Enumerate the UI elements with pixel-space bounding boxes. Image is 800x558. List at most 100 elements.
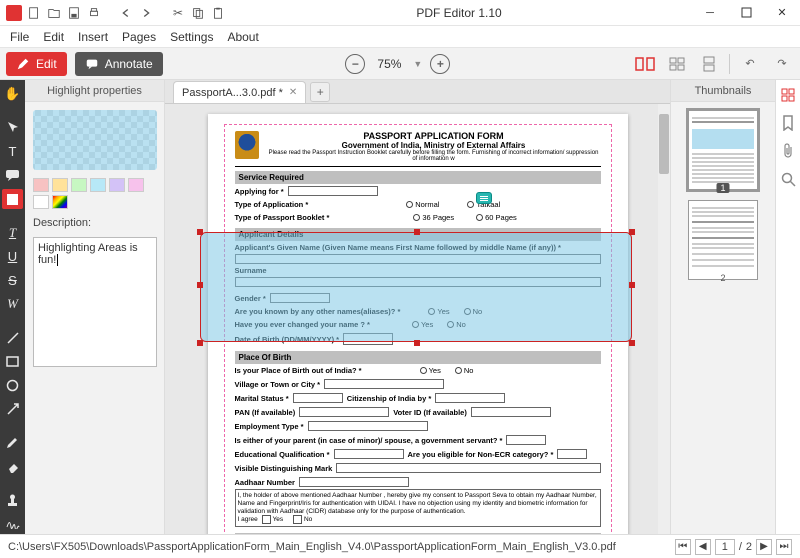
menu-file[interactable]: File xyxy=(10,30,29,44)
zoom-dropdown-icon[interactable]: ▼ xyxy=(413,59,422,69)
custom-color-button[interactable] xyxy=(52,195,68,209)
radio[interactable] xyxy=(476,214,483,221)
new-icon[interactable] xyxy=(26,5,42,21)
thumbnails-icon[interactable] xyxy=(779,86,797,104)
note-tool-icon[interactable] xyxy=(2,165,23,185)
menu-pages[interactable]: Pages xyxy=(122,30,156,44)
view-grid-icon[interactable] xyxy=(665,52,689,76)
radio[interactable] xyxy=(455,367,462,374)
arrow-shape-tool-icon[interactable] xyxy=(2,399,23,419)
resize-handle[interactable] xyxy=(414,340,420,346)
form-field[interactable] xyxy=(308,421,428,431)
resize-handle[interactable] xyxy=(629,340,635,346)
radio[interactable] xyxy=(413,214,420,221)
form-field[interactable] xyxy=(336,463,600,473)
text-tool-icon[interactable]: T xyxy=(2,141,23,161)
resize-handle[interactable] xyxy=(629,282,635,288)
swatch[interactable] xyxy=(109,178,125,192)
view-continuous-icon[interactable] xyxy=(697,52,721,76)
radio[interactable] xyxy=(420,367,427,374)
form-field[interactable] xyxy=(471,407,551,417)
bookmark-icon[interactable] xyxy=(779,114,797,132)
annotate-mode-button[interactable]: Annotate xyxy=(75,52,163,76)
checkbox[interactable] xyxy=(293,515,302,524)
resize-handle[interactable] xyxy=(197,282,203,288)
open-icon[interactable] xyxy=(46,5,62,21)
checkbox[interactable] xyxy=(262,515,271,524)
resize-handle[interactable] xyxy=(629,229,635,235)
save-icon[interactable] xyxy=(66,5,82,21)
minimize-button[interactable]: ─ xyxy=(692,0,728,26)
document-viewport[interactable]: PASSPORT APPLICATION FORM Government of … xyxy=(165,104,670,534)
strike-tool-icon[interactable]: S xyxy=(2,270,23,290)
current-page-input[interactable]: 1 xyxy=(715,539,735,555)
maximize-button[interactable] xyxy=(728,0,764,26)
form-field[interactable] xyxy=(293,393,343,403)
first-page-button[interactable]: ⏮ xyxy=(675,539,691,555)
tab-add-button[interactable]: + xyxy=(310,82,330,102)
underline-tool-icon[interactable]: U xyxy=(2,247,23,267)
thumbnail[interactable]: 1 xyxy=(688,110,758,190)
line-tool-icon[interactable] xyxy=(2,328,23,348)
thumbnail[interactable]: 2 xyxy=(688,200,758,280)
menu-about[interactable]: About xyxy=(227,30,258,44)
stamp-tool-icon[interactable] xyxy=(2,490,23,510)
zoom-in-button[interactable]: + xyxy=(430,54,450,74)
close-button[interactable]: ✕ xyxy=(764,0,800,26)
menu-edit[interactable]: Edit xyxy=(43,30,64,44)
copy-icon[interactable] xyxy=(190,5,206,21)
swatch[interactable] xyxy=(33,178,49,192)
search-icon[interactable] xyxy=(779,170,797,188)
cut-icon[interactable]: ✂ xyxy=(170,5,186,21)
rect-tool-icon[interactable] xyxy=(2,352,23,372)
text-highlight-tool-icon[interactable]: T xyxy=(2,223,23,243)
highlight-annotation[interactable] xyxy=(200,232,632,342)
zoom-value[interactable]: 75% xyxy=(373,55,405,73)
edit-mode-button[interactable]: Edit xyxy=(6,52,67,76)
menu-settings[interactable]: Settings xyxy=(170,30,213,44)
form-field[interactable] xyxy=(435,393,505,403)
redo-icon[interactable] xyxy=(138,5,154,21)
radio[interactable] xyxy=(406,201,413,208)
highlight-color-preview[interactable] xyxy=(33,110,157,170)
radio[interactable] xyxy=(467,201,474,208)
next-page-button[interactable]: ▶ xyxy=(756,539,772,555)
form-field[interactable] xyxy=(299,477,409,487)
swatch[interactable] xyxy=(71,178,87,192)
squiggly-tool-icon[interactable]: W xyxy=(2,294,23,314)
zoom-out-button[interactable]: − xyxy=(345,54,365,74)
swatch[interactable] xyxy=(128,178,144,192)
attachments-icon[interactable] xyxy=(779,142,797,160)
swatch[interactable] xyxy=(90,178,106,192)
undo-icon[interactable] xyxy=(118,5,134,21)
form-field[interactable] xyxy=(557,449,587,459)
highlight-area-tool-icon[interactable] xyxy=(2,189,23,209)
resize-handle[interactable] xyxy=(197,229,203,235)
paste-icon[interactable] xyxy=(210,5,226,21)
signature-tool-icon[interactable] xyxy=(2,514,23,534)
swatch[interactable] xyxy=(52,178,68,192)
form-field[interactable] xyxy=(299,407,389,417)
print-icon[interactable] xyxy=(86,5,102,21)
hand-tool-icon[interactable]: ✋ xyxy=(2,84,23,104)
resize-handle[interactable] xyxy=(414,229,420,235)
swatch[interactable] xyxy=(33,195,49,209)
prev-page-button[interactable]: ◀ xyxy=(695,539,711,555)
document-tab[interactable]: PassportA...3.0.pdf * ✕ xyxy=(173,81,306,103)
pencil-tool-icon[interactable] xyxy=(2,433,23,453)
circle-tool-icon[interactable] xyxy=(2,375,23,395)
view-single-icon[interactable] xyxy=(633,52,657,76)
comment-balloon-icon[interactable] xyxy=(476,192,492,204)
form-field[interactable] xyxy=(334,449,404,459)
scrollbar-vertical[interactable] xyxy=(658,104,670,534)
resize-handle[interactable] xyxy=(197,340,203,346)
tab-close-icon[interactable]: ✕ xyxy=(289,87,297,98)
last-page-button[interactable]: ⏭ xyxy=(776,539,792,555)
form-field[interactable] xyxy=(506,435,546,445)
menu-insert[interactable]: Insert xyxy=(78,30,108,44)
arrow-tool-icon[interactable] xyxy=(2,118,23,138)
rotate-right-icon[interactable]: ↷ xyxy=(770,52,794,76)
eraser-tool-icon[interactable] xyxy=(2,457,23,477)
form-field[interactable] xyxy=(324,379,444,389)
form-field[interactable] xyxy=(288,186,378,196)
